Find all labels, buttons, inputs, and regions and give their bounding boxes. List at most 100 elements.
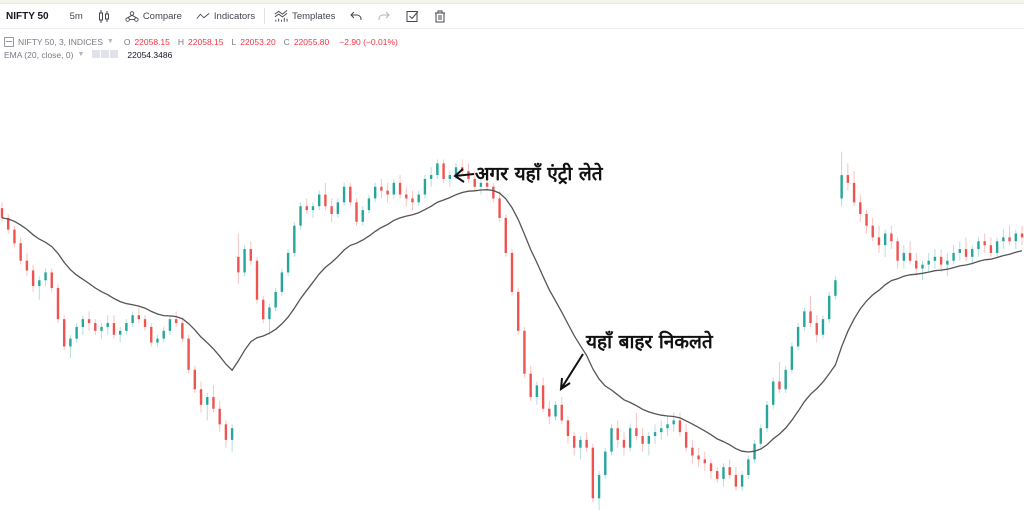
candle-body [952, 252, 955, 261]
candle-body [560, 404, 563, 421]
ema-line [1, 189, 1023, 453]
candle-body [628, 428, 632, 448]
indicators-button[interactable]: Indicators [189, 5, 262, 27]
candle-body [641, 436, 644, 444]
candle-body [635, 428, 638, 436]
candle-body [939, 256, 943, 265]
toolbar-divider [264, 8, 266, 24]
candle-body [212, 397, 215, 409]
candle-body [958, 249, 962, 253]
redo-icon [377, 9, 391, 23]
candle-body [896, 241, 899, 261]
candle-body [367, 198, 371, 211]
candle-body [915, 260, 918, 269]
candle-body [921, 264, 924, 269]
candle-body [709, 463, 713, 472]
candle-body [971, 249, 974, 257]
candle-body [13, 229, 16, 244]
candles-icon [97, 9, 111, 23]
series-title[interactable]: NIFTY 50, 3, INDICES [18, 36, 103, 49]
undo-button[interactable] [342, 5, 370, 27]
candle-body [865, 214, 868, 226]
save-button[interactable] [398, 5, 426, 27]
candle-body [143, 319, 147, 327]
candle-body [168, 319, 172, 331]
candle-body [417, 194, 420, 203]
candle-body [56, 288, 60, 320]
candle-body [361, 210, 364, 222]
candle-body [44, 272, 47, 281]
candle-body [890, 233, 893, 242]
templates-button[interactable]: Templates [267, 5, 342, 27]
candle-body [585, 439, 588, 448]
candle-body [317, 194, 321, 207]
candle-body [31, 270, 35, 287]
candle-body [274, 291, 277, 308]
delete-button[interactable] [426, 5, 454, 27]
candle-body [523, 330, 526, 374]
exit-arrow [559, 353, 584, 391]
indicators-icon [196, 9, 210, 23]
chart-type-button[interactable] [90, 5, 118, 27]
candle-body [697, 455, 700, 460]
candle-body [703, 459, 707, 464]
collapse-icon[interactable] [4, 37, 14, 48]
entry-arrow [453, 168, 475, 183]
candle-body [666, 424, 669, 429]
interval-button[interactable]: 5m [63, 5, 90, 27]
candle-body [355, 202, 358, 222]
candle-body [510, 252, 514, 292]
candle-body [672, 420, 675, 425]
candle-body [336, 202, 340, 214]
candle-body [852, 182, 856, 203]
candle-body [815, 323, 818, 335]
candle-body [765, 404, 769, 429]
candle-body [94, 323, 97, 331]
candle-body [342, 186, 346, 203]
undo-icon [349, 9, 363, 23]
candle-body [199, 389, 203, 405]
candle-body [249, 249, 252, 261]
candle-body [902, 252, 906, 261]
candle-body [405, 194, 408, 199]
redo-button[interactable] [370, 5, 398, 27]
candle-body [716, 471, 719, 479]
candle-body [1020, 233, 1024, 238]
compare-button[interactable]: Compare [118, 5, 189, 27]
candle-body [293, 225, 296, 253]
candle-body [759, 428, 762, 444]
candle-body [206, 397, 209, 405]
candle-body [492, 186, 495, 199]
candle-body [386, 190, 389, 195]
candle-body [100, 326, 103, 331]
price-chart[interactable] [0, 60, 1024, 510]
candle-body [380, 186, 383, 191]
eye-icon[interactable] [92, 49, 101, 58]
settings-icon[interactable] [101, 49, 110, 58]
close-icon[interactable] [110, 49, 119, 58]
chevron-down-icon[interactable]: ▼ [107, 36, 114, 49]
candle-body [125, 323, 128, 331]
candle-body [286, 252, 290, 273]
indicators-label: Indicators [213, 10, 256, 22]
candle-body [517, 291, 520, 331]
change-value: −2.90 (−0.01%) [339, 37, 398, 47]
candle-body [112, 323, 116, 335]
candle-body [62, 319, 66, 347]
candle-body [883, 233, 887, 246]
low-value: 22053.20 [240, 37, 276, 47]
candle-body [330, 206, 333, 214]
candle-body [237, 256, 240, 273]
candle-body [747, 459, 750, 475]
symbol-search-button[interactable]: NIFTY 50 [0, 11, 63, 22]
candle-body [25, 260, 29, 271]
candle-body [429, 175, 433, 179]
candle-body [255, 260, 259, 300]
candle-body [784, 369, 787, 390]
candle-body [131, 315, 134, 324]
templates-label: Templates [292, 10, 336, 22]
high-label: H [177, 37, 185, 47]
candle-body [243, 249, 246, 273]
high-value: 22058.15 [188, 37, 224, 47]
candle-body [423, 178, 427, 195]
